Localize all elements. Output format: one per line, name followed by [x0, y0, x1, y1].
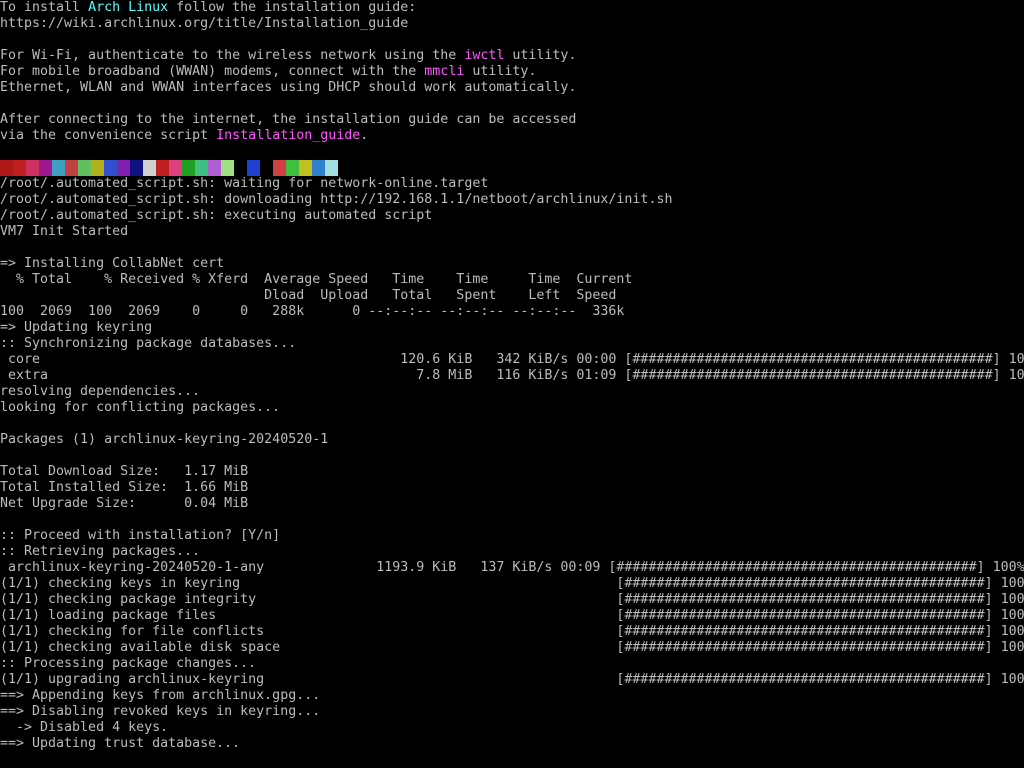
console-line: core 120.6 KiB 342 KiB/s 00:00 [########… [0, 352, 1024, 367]
installation-guide-url: https://wiki.archlinux.org/title/Install… [0, 16, 409, 31]
color-block [234, 160, 247, 176]
console-line: /root/.automated_script.sh: waiting for … [0, 176, 489, 191]
console-line: ==> Appending keys from archlinux.gpg... [0, 688, 321, 703]
after-connect-line-2-suffix: . [360, 128, 369, 143]
color-block [299, 160, 312, 176]
console-line: 100 2069 100 2069 0 0 288k 0 --:--:-- --… [0, 304, 625, 319]
color-block [13, 160, 26, 176]
dhcp-line: Ethernet, WLAN and WWAN interfaces using… [0, 80, 577, 95]
console-line: -> Disabled 4 keys. [0, 720, 169, 735]
intro-line-1-suffix: follow the installation guide: [168, 0, 417, 15]
color-block [78, 160, 91, 176]
color-block [208, 160, 221, 176]
console-line: (1/1) upgrading archlinux-keyring [#####… [0, 672, 1024, 687]
wwan-line-suffix: utility. [464, 64, 537, 79]
color-block [143, 160, 156, 176]
console-line: Packages (1) archlinux-keyring-20240520-… [0, 432, 329, 447]
intro-line-1: To install Arch Linux follow the install… [0, 0, 1024, 16]
color-block [260, 160, 273, 176]
console-line: (1/1) checking package integrity [######… [0, 592, 1024, 607]
console-line: :: Processing package changes... [0, 656, 257, 671]
console-line: Total Installed Size: 1.66 MiB [0, 480, 249, 495]
color-block [156, 160, 169, 176]
console-line: Total Download Size: 1.17 MiB [0, 464, 249, 479]
wifi-line-prefix: For Wi-Fi, authenticate to the wireless … [0, 48, 465, 63]
after-connect-line-2: via the convenience script Installation_… [0, 128, 1024, 144]
console-line: % Total % Received % Xferd Average Speed… [0, 272, 633, 287]
console-line: (1/1) checking for file conflicts [#####… [0, 624, 1024, 639]
color-block [130, 160, 143, 176]
intro-line-1-prefix: To install [0, 0, 89, 15]
wwan-line-prefix: For mobile broadband (WWAN) modems, conn… [0, 64, 425, 79]
color-block [221, 160, 234, 176]
color-block [104, 160, 117, 176]
after-connect-line-2-prefix: via the convenience script [0, 128, 217, 143]
wifi-line-suffix: utility. [504, 48, 577, 63]
after-connect-line-1: After connecting to the internet, the in… [0, 112, 577, 127]
color-block [247, 160, 260, 176]
color-block [325, 160, 338, 176]
console-line: ==> Disabling revoked keys in keyring... [0, 704, 321, 719]
color-block [91, 160, 104, 176]
wifi-line: For Wi-Fi, authenticate to the wireless … [0, 48, 1024, 64]
console-line: :: Retrieving packages... [0, 544, 201, 559]
console-line: Net Upgrade Size: 0.04 MiB [0, 496, 249, 511]
arch-linux-link: Arch Linux [88, 0, 169, 15]
console-line: Dload Upload Total Spent Left Speed [0, 288, 617, 303]
color-block [273, 160, 286, 176]
console-line: /root/.automated_script.sh: executing au… [0, 208, 433, 223]
console-line: :: Proceed with installation? [Y/n] [0, 528, 281, 543]
installation-guide-command: Installation_guide [216, 128, 361, 143]
console-line: (1/1) loading package files [###########… [0, 608, 1024, 623]
color-block [39, 160, 52, 176]
console-line: (1/1) checking available disk space [###… [0, 640, 1024, 655]
wwan-line: For mobile broadband (WWAN) modems, conn… [0, 64, 1024, 80]
console-output: /root/.automated_script.sh: waiting for … [0, 176, 1024, 752]
color-block [26, 160, 39, 176]
console-line: resolving dependencies... [0, 384, 201, 399]
iwctl-command: iwctl [464, 48, 505, 63]
color-block [169, 160, 182, 176]
console-line: ==> Updating trust database... [0, 736, 241, 751]
console-line: => Installing CollabNet cert [0, 256, 225, 271]
color-block [195, 160, 208, 176]
color-block [312, 160, 325, 176]
terminal-console[interactable]: To install Arch Linux follow the install… [0, 0, 1024, 768]
console-line: :: Synchronizing package databases... [0, 336, 297, 351]
color-block [65, 160, 78, 176]
console-line: VM7 Init Started [0, 224, 129, 239]
console-line: looking for conflicting packages... [0, 400, 281, 415]
console-line: (1/1) checking keys in keyring [########… [0, 576, 1024, 591]
color-block [52, 160, 65, 176]
console-line: /root/.automated_script.sh: downloading … [0, 192, 673, 207]
console-line: archlinux-keyring-20240520-1-any 1193.9 … [0, 560, 1024, 575]
color-block [286, 160, 299, 176]
color-block [0, 160, 13, 176]
console-line: => Updating keyring [0, 320, 153, 335]
color-test-bar [0, 160, 1024, 176]
mmcli-command: mmcli [424, 64, 465, 79]
console-line: extra 7.8 MiB 116 KiB/s 01:09 [#########… [0, 368, 1024, 383]
color-block [182, 160, 195, 176]
color-block [117, 160, 130, 176]
